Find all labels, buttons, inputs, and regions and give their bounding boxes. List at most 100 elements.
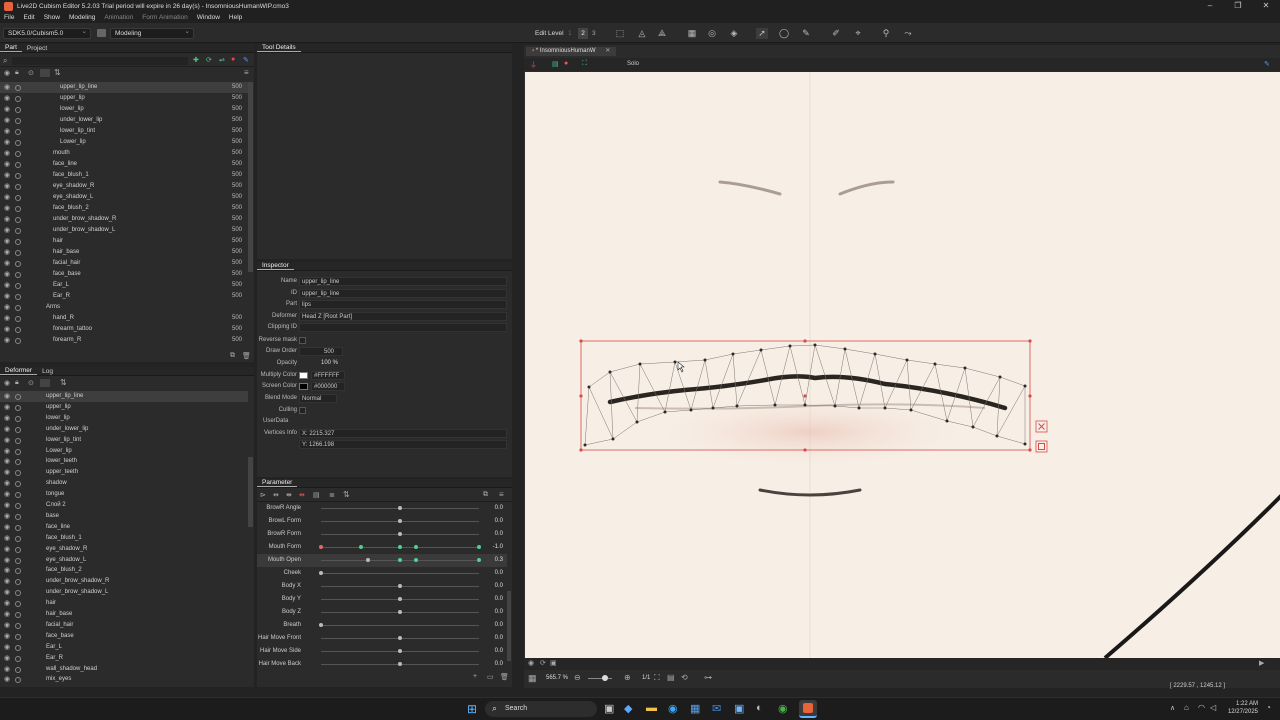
parameter-row[interactable]: Mouth Form -1.0: [257, 541, 507, 554]
menu-animation[interactable]: Animation: [104, 14, 133, 21]
parameter-value[interactable]: 0.0: [495, 632, 503, 645]
expand-icon[interactable]: ⊙: [28, 379, 34, 387]
model-canvas[interactable]: [525, 72, 1280, 658]
part-row[interactable]: ◉ face_blush_1 500: [0, 170, 248, 181]
camera-icon[interactable]: ◉: [528, 659, 534, 667]
parameter-value[interactable]: 0.0: [495, 593, 503, 606]
grid-icon[interactable]: ▦: [686, 28, 698, 39]
parameter-knob[interactable]: [366, 558, 371, 562]
fit-screen-icon[interactable]: ⛶: [654, 673, 660, 683]
table-icon[interactable]: ▤: [667, 673, 675, 682]
menu-edit[interactable]: Edit: [23, 14, 34, 21]
eye-icon[interactable]: ◉: [4, 214, 10, 225]
deformer-row[interactable]: ◉ under_brow_shadow_L: [0, 587, 248, 598]
part-row[interactable]: ◉ upper_lip_line 500: [0, 82, 248, 93]
lock-icon[interactable]: [15, 644, 21, 651]
layers-icon[interactable]: ▤: [552, 60, 559, 68]
eye-icon[interactable]: ◉: [4, 137, 10, 148]
arrow-tool-icon[interactable]: ➚: [756, 28, 768, 39]
checkbox[interactable]: [299, 407, 306, 414]
deformer-row[interactable]: ◉ tongue: [0, 489, 248, 500]
eye-icon[interactable]: ◉: [4, 192, 10, 203]
lock-icon[interactable]: [15, 107, 21, 113]
deformer-row[interactable]: ◉ upper_lip: [0, 402, 248, 413]
part-row[interactable]: ◉ eye_shadow_R 500: [0, 181, 248, 192]
deformer-row[interactable]: ◉ under_lower_lip: [0, 424, 248, 435]
lock-icon[interactable]: [15, 557, 21, 564]
parameter-value[interactable]: 0.0: [495, 606, 503, 619]
parameter-value[interactable]: 0.0: [495, 645, 503, 658]
deformer-row[interactable]: ◉ face_blush_1: [0, 533, 248, 544]
deformer-row[interactable]: ◉ eye_shadow_L: [0, 555, 248, 566]
part-search-input[interactable]: [12, 57, 188, 65]
connect-tool-icon[interactable]: ⤳: [902, 28, 914, 39]
add-part-icon[interactable]: ✚: [193, 56, 199, 64]
pen-icon[interactable]: ✎: [1264, 60, 1270, 68]
part-row[interactable]: ◉ Lower_lip 500: [0, 137, 248, 148]
lock-icon[interactable]: [15, 666, 21, 673]
eye-icon[interactable]: ◉: [4, 313, 10, 324]
part-row[interactable]: ◉ under_brow_shadow_R 500: [0, 214, 248, 225]
eye-icon[interactable]: ◉: [4, 291, 10, 302]
parameter-value[interactable]: 0.0: [495, 619, 503, 632]
checkbox[interactable]: [299, 337, 306, 344]
list-icon[interactable]: ≣: [329, 491, 335, 499]
lasso-tool-icon[interactable]: ◯: [778, 28, 790, 39]
color-swatch[interactable]: [299, 372, 308, 379]
parameter-row[interactable]: Breath 0.0: [257, 619, 507, 632]
keyform-dot[interactable]: [477, 545, 481, 549]
parameter-knob[interactable]: [398, 649, 402, 653]
lock-icon[interactable]: [15, 85, 21, 91]
eye-icon[interactable]: ◉: [4, 500, 10, 511]
tab-part[interactable]: Part: [0, 44, 22, 52]
deformer-row[interactable]: ◉ Слой 2: [0, 500, 248, 511]
parameter-knob[interactable]: [398, 662, 402, 666]
parameter-row[interactable]: BrowR Form 0.0: [257, 528, 507, 541]
part-row[interactable]: ◉ face_line 500: [0, 159, 248, 170]
menu-help[interactable]: Help: [229, 14, 242, 21]
auto-mesh-icon[interactable]: ⟁: [656, 28, 668, 39]
sort-icon[interactable]: ⇅: [343, 490, 350, 499]
lock-icon[interactable]: [15, 173, 21, 179]
collapse-icon[interactable]: [40, 379, 50, 387]
parameter-row[interactable]: BrowL Form 0.0: [257, 515, 507, 528]
parameter-row[interactable]: BrowR Angle 0.0: [257, 502, 507, 515]
photo-icon[interactable]: ▣: [550, 659, 557, 667]
file-explorer-icon[interactable]: ▬: [646, 702, 657, 714]
close-button[interactable]: ✕: [1252, 0, 1280, 12]
edge-icon[interactable]: ◉: [668, 702, 678, 715]
color-swatch[interactable]: [299, 383, 308, 390]
key-link-icon[interactable]: ⇼: [286, 491, 292, 499]
deformer-row[interactable]: ◉ lower_lip_tint: [0, 435, 248, 446]
opacity-value[interactable]: 100 %: [321, 358, 338, 369]
part-row[interactable]: ◉ hair_base 500: [0, 247, 248, 258]
part-row[interactable]: ◉ lower_lip 500: [0, 104, 248, 115]
toggle-icon[interactable]: ⊶: [704, 673, 712, 682]
zoom-slider-knob[interactable]: [602, 675, 608, 681]
eye-icon[interactable]: ◉: [4, 642, 10, 653]
eye-icon[interactable]: ◉: [4, 324, 10, 335]
search-box[interactable]: ⌕ Search: [485, 701, 597, 717]
part-row[interactable]: ◉ Ear_R 500: [0, 291, 248, 302]
chrome-icon[interactable]: ◉: [778, 702, 788, 715]
eye-icon[interactable]: ◉: [4, 104, 10, 115]
lock-icon[interactable]: [15, 394, 21, 400]
parameter-value[interactable]: 0.3: [495, 554, 503, 567]
menu-file[interactable]: File: [4, 14, 14, 21]
keyform-dot[interactable]: [398, 558, 402, 562]
inspector-value[interactable]: upper_lip_line: [299, 277, 507, 286]
deformer-row[interactable]: ◉ face_blush_2: [0, 565, 248, 576]
lock-icon[interactable]: [15, 612, 21, 618]
delete-icon[interactable]: ●: [231, 56, 235, 63]
zoom-slider[interactable]: [588, 678, 612, 679]
lock-icon[interactable]: [15, 601, 21, 608]
fit-icon[interactable]: ⛶: [582, 60, 587, 68]
parameter-knob[interactable]: [319, 571, 323, 575]
lock-icon[interactable]: [15, 338, 21, 344]
eye-icon[interactable]: ◉: [4, 489, 10, 500]
add-icon[interactable]: +: [473, 673, 477, 680]
parameter-value[interactable]: 0.0: [495, 502, 503, 515]
lock-icon[interactable]: [15, 503, 21, 509]
part-row[interactable]: ◉ mouth 500: [0, 148, 248, 159]
lock-icon[interactable]: [15, 633, 21, 640]
